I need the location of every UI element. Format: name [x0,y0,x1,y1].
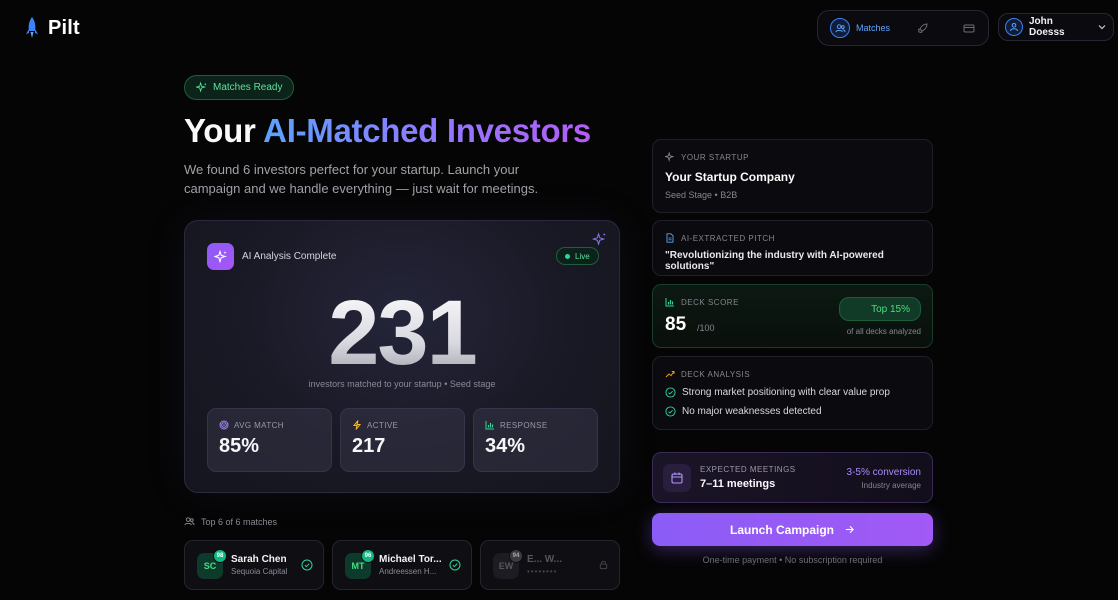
check-circle-icon [665,406,676,417]
stat-response: RESPONSE 34% [473,408,598,472]
check-circle-icon [301,559,313,571]
rocket-icon [26,17,38,38]
investor-firm: •••••••• [527,567,558,576]
brand-name: Pilt [48,16,80,39]
match-card-locked[interactable]: EW 94 E... W... •••••••• [480,540,620,590]
user-name: John Doesss [1029,16,1065,38]
deck-analysis-panel: DECK ANALYSIS Strong market positioning … [652,356,933,430]
nav-matches[interactable]: Matches [826,14,894,42]
check-circle-icon [665,387,676,398]
investor-firm: Sequoia Capital [231,567,288,576]
check-circle-icon [449,559,461,571]
stat-value: 34% [485,435,526,457]
analysis-item: Strong market positioning with clear val… [665,387,920,398]
matches-ready-badge: Matches Ready [184,75,295,100]
match-score-badge: 94 [509,549,523,563]
startup-panel: YOUR STARTUP Your Startup Company Seed S… [652,139,933,213]
live-label: Live [575,251,590,261]
stat-label: ACTIVE [367,420,399,430]
user-icon [1005,18,1023,36]
trend-up-icon [665,371,675,378]
deck-score-panel: DECK SCORE 85 /100 Top 15% of all decks … [652,284,933,348]
sparkle-icon [196,82,207,93]
nav-matches-label: Matches [856,23,891,33]
document-icon [666,233,674,243]
analysis-item-text: No major weaknesses detected [682,406,822,417]
count-caption: investors matched to your startup • Seed… [308,379,496,389]
lock-icon [599,560,608,570]
title-accent: AI-Matched Investors [263,112,591,149]
pitch-panel: AI-EXTRACTED PITCH "Revolutionizing the … [652,220,933,276]
conversion-rate: 3-5% conversion [846,467,921,478]
stat-value: 217 [352,435,386,457]
top-matches-label: Top 6 of 6 matches [201,516,278,527]
badge-label: Matches Ready [213,82,283,93]
nav-rocket-icon[interactable] [917,21,929,39]
pitch-label: AI-EXTRACTED PITCH [681,233,775,243]
ai-sparkle-icon [207,243,234,270]
analysis-item: No major weaknesses detected [665,406,920,417]
top-percent-caption: of all decks analyzed [846,327,921,336]
bar-chart-icon [665,298,674,307]
chevron-down-icon [1098,25,1106,30]
investor-name: Michael Tor... [379,554,442,565]
nav-card-icon[interactable] [963,21,975,39]
users-icon [184,517,195,526]
match-card[interactable]: MT 96 Michael Tor... Andreessen H... [332,540,472,590]
stat-avg-match: AVG MATCH 85% [207,408,332,472]
payment-note: One-time payment • No subscription requi… [702,555,883,565]
users-icon [830,18,850,38]
analysis-header: AI Analysis Complete [207,243,337,270]
launch-label: Launch Campaign [729,522,834,537]
match-score-badge: 98 [213,549,227,563]
pitch-quote: "Revolutionizing the industry with AI-po… [665,250,884,272]
stat-value: 85% [219,435,260,457]
meetings-label: EXPECTED MEETINGS [700,465,796,474]
deck-analysis-label: DECK ANALYSIS [681,369,751,379]
live-badge: Live [556,247,599,265]
deck-score-label: DECK SCORE [681,297,739,307]
match-score-badge: 96 [361,549,375,563]
deck-score-value: 85 [665,314,687,335]
top-nav: Matches [817,10,989,46]
page-title: Your AI-Matched Investors [184,112,591,150]
top-percent-badge: Top 15% [839,297,921,321]
startup-label: YOUR STARTUP [681,152,749,162]
investor-name: E... W... [527,554,563,565]
title-plain: Your [184,112,264,149]
user-menu[interactable]: John Doesss [998,13,1114,41]
live-dot [565,253,570,259]
analysis-item-text: Strong market positioning with clear val… [682,387,890,398]
analysis-title: AI Analysis Complete [242,251,337,262]
investor-firm: Andreessen H... [379,567,437,576]
conversion-note: Industry average [861,481,921,490]
analysis-card: AI Analysis Complete Live 231 investors … [184,220,620,493]
meetings-value: 7–11 meetings [700,478,776,490]
page-subtitle: We found 6 investors perfect for your st… [184,162,539,196]
sparkle-icon [665,152,675,162]
stat-label: AVG MATCH [234,420,284,430]
calendar-icon [663,464,691,492]
stat-active: ACTIVE 217 [340,408,465,472]
arrow-right-icon [845,525,854,534]
bolt-icon [352,420,362,430]
match-card[interactable]: SC 98 Sarah Chen Sequoia Capital [184,540,324,590]
stats-row: AVG MATCH 85% ACTIVE 217 RESPONSE 34% [207,408,598,472]
matched-investors-count: 231 [185,283,619,383]
bar-chart-icon [485,421,494,430]
expected-meetings-panel: EXPECTED MEETINGS 7–11 meetings 3-5% con… [652,452,933,503]
deck-score-max: /100 [697,323,715,333]
brand-logo[interactable]: Pilt [24,16,80,40]
startup-name: Your Startup Company [665,170,795,184]
startup-meta: Seed Stage • B2B [665,190,738,200]
top-matches-heading: Top 6 of 6 matches [184,516,277,527]
launch-campaign-button[interactable]: Launch Campaign [652,513,933,546]
stat-label: RESPONSE [500,420,548,430]
investor-name: Sarah Chen [231,554,287,565]
target-icon [219,420,229,430]
